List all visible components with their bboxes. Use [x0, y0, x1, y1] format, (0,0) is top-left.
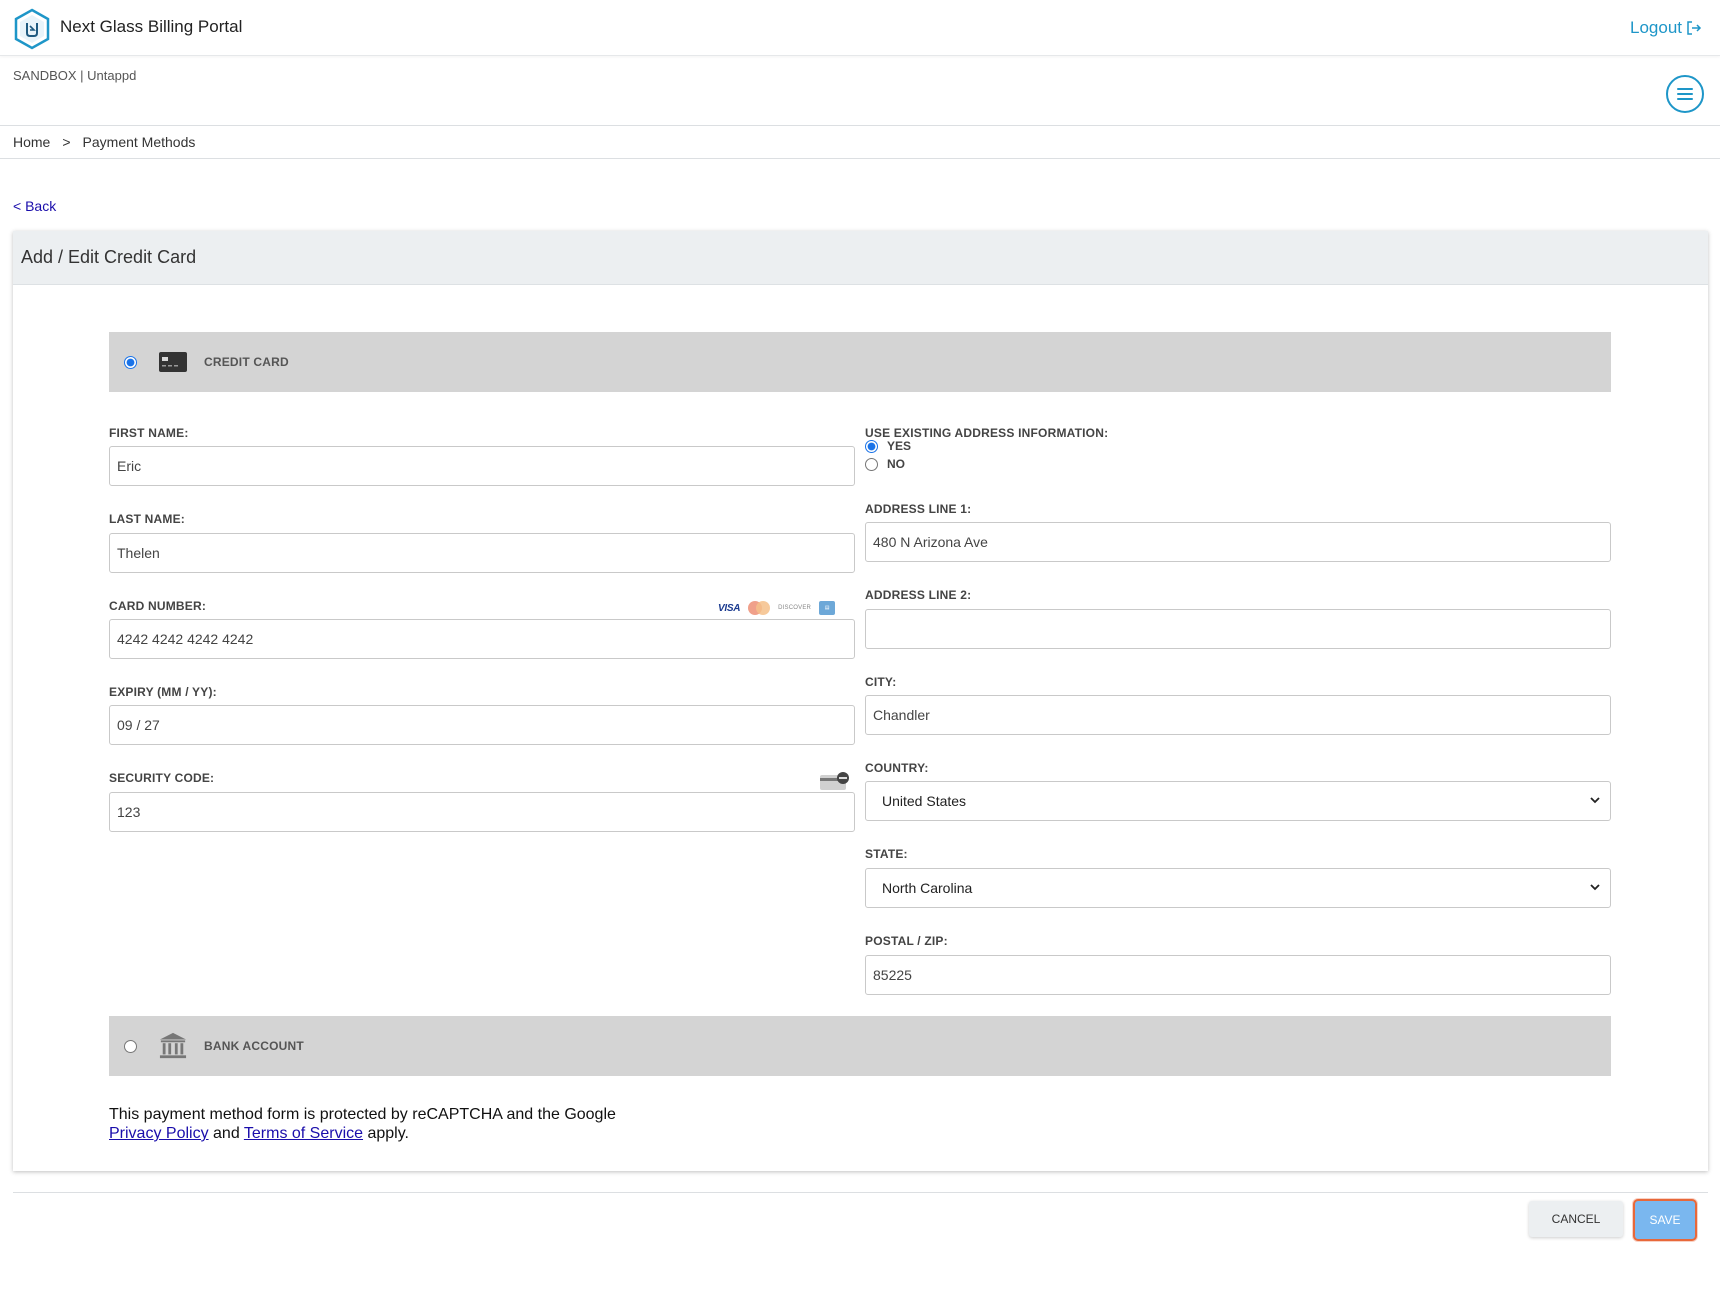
cvc-icon — [820, 772, 849, 790]
country-value: United States — [882, 793, 967, 809]
first-name-input[interactable] — [109, 446, 855, 486]
card-title: Add / Edit Credit Card — [13, 231, 1708, 285]
expiry-input[interactable] — [109, 705, 855, 745]
breadcrumb-separator: > — [62, 134, 71, 150]
address-line-2-label: ADDRESS LINE 2: — [865, 588, 972, 602]
amex-icon: ▤ — [819, 601, 836, 615]
credit-card-radio[interactable] — [124, 355, 137, 369]
last-name-label: LAST NAME: — [109, 512, 185, 526]
use-existing-yes[interactable]: YES — [865, 439, 911, 453]
use-existing-no-label: NO — [887, 457, 905, 471]
use-existing-yes-label: YES — [887, 439, 912, 453]
postal-label: POSTAL / ZIP: — [865, 934, 948, 948]
credit-card-form-card: Add / Edit Credit Card CREDIT CARD FIRST… — [13, 231, 1708, 1171]
credit-card-method-bar[interactable]: CREDIT CARD — [109, 332, 1611, 392]
use-existing-yes-radio[interactable] — [865, 439, 878, 453]
save-button[interactable]: SAVE — [1633, 1199, 1697, 1241]
address-line-1-input[interactable] — [865, 522, 1611, 562]
address-line-1-label: ADDRESS LINE 1: — [865, 502, 972, 516]
bank-account-label: BANK ACCOUNT — [204, 1039, 304, 1053]
next-glass-logo — [14, 8, 50, 50]
security-code-input[interactable] — [109, 792, 855, 832]
mastercard-icon — [748, 601, 771, 615]
state-value: North Carolina — [882, 880, 973, 896]
recaptcha-text: This payment method form is protected by… — [109, 1106, 616, 1123]
address-line-2-input[interactable] — [865, 609, 1611, 649]
recaptcha-notice: This payment method form is protected by… — [109, 1105, 616, 1143]
card-number-label: CARD NUMBER: — [109, 599, 207, 613]
app-title: Next Glass Billing Portal — [60, 17, 243, 36]
back-link[interactable]: < Back — [13, 198, 56, 214]
recaptcha-and: and — [213, 1125, 240, 1142]
recaptcha-apply: apply. — [367, 1125, 409, 1142]
logout-label: Logout — [1630, 18, 1682, 37]
country-label: COUNTRY: — [865, 761, 929, 775]
card-brand-icons: VISA DISCOVER ▤ — [718, 601, 836, 615]
breadcrumb-home[interactable]: Home — [13, 134, 50, 150]
bank-account-radio[interactable] — [124, 1039, 137, 1053]
security-code-label: SECURITY CODE: — [109, 771, 215, 785]
sub-header: SANDBOX | Untappd — [0, 56, 1720, 126]
breadcrumb: Home > Payment Methods — [0, 126, 1720, 159]
credit-card-icon — [159, 348, 187, 376]
last-name-input[interactable] — [109, 533, 855, 573]
first-name-label: FIRST NAME: — [109, 426, 189, 440]
country-select[interactable]: United States — [865, 781, 1611, 821]
city-input[interactable] — [865, 695, 1611, 735]
postal-input[interactable] — [865, 955, 1611, 995]
bank-account-method-bar[interactable]: BANK ACCOUNT — [109, 1016, 1611, 1076]
chevron-down-icon — [1590, 884, 1600, 891]
city-label: CITY: — [865, 675, 897, 689]
terms-of-service-link[interactable]: Terms of Service — [244, 1125, 363, 1142]
cancel-button[interactable]: CANCEL — [1529, 1201, 1623, 1237]
footer-divider — [13, 1192, 1708, 1193]
bank-icon — [159, 1032, 187, 1060]
credit-card-label: CREDIT CARD — [204, 355, 289, 369]
menu-button[interactable] — [1666, 75, 1704, 113]
card-number-input[interactable] — [109, 619, 855, 659]
expiry-label: EXPIRY (MM / YY): — [109, 685, 217, 699]
top-bar: Next Glass Billing Portal Logout — [0, 0, 1720, 56]
state-select[interactable]: North Carolina — [865, 868, 1611, 908]
use-existing-address-label: USE EXISTING ADDRESS INFORMATION: — [865, 426, 1109, 440]
hamburger-icon — [1677, 85, 1693, 103]
discover-icon: DISCOVER — [778, 605, 812, 611]
visa-icon: VISA — [718, 602, 741, 614]
logout-icon — [1687, 21, 1702, 35]
use-existing-no-radio[interactable] — [865, 457, 878, 471]
use-existing-no[interactable]: NO — [865, 457, 905, 471]
chevron-down-icon — [1590, 797, 1600, 804]
logout-link[interactable]: Logout — [1630, 18, 1702, 38]
environment-label: SANDBOX | Untappd — [13, 68, 137, 83]
state-label: STATE: — [865, 847, 908, 861]
breadcrumb-current: Payment Methods — [82, 134, 196, 150]
privacy-policy-link[interactable]: Privacy Policy — [109, 1125, 209, 1142]
